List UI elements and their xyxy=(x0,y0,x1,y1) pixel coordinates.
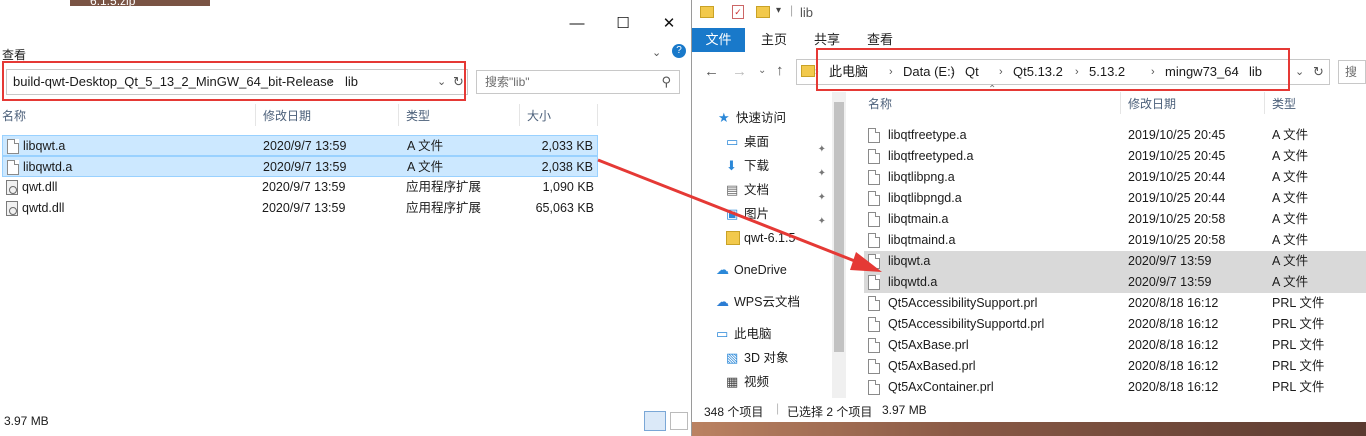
annotation-arrow xyxy=(597,158,882,272)
arrow-head xyxy=(850,252,882,272)
arrow-shaft xyxy=(597,158,871,269)
